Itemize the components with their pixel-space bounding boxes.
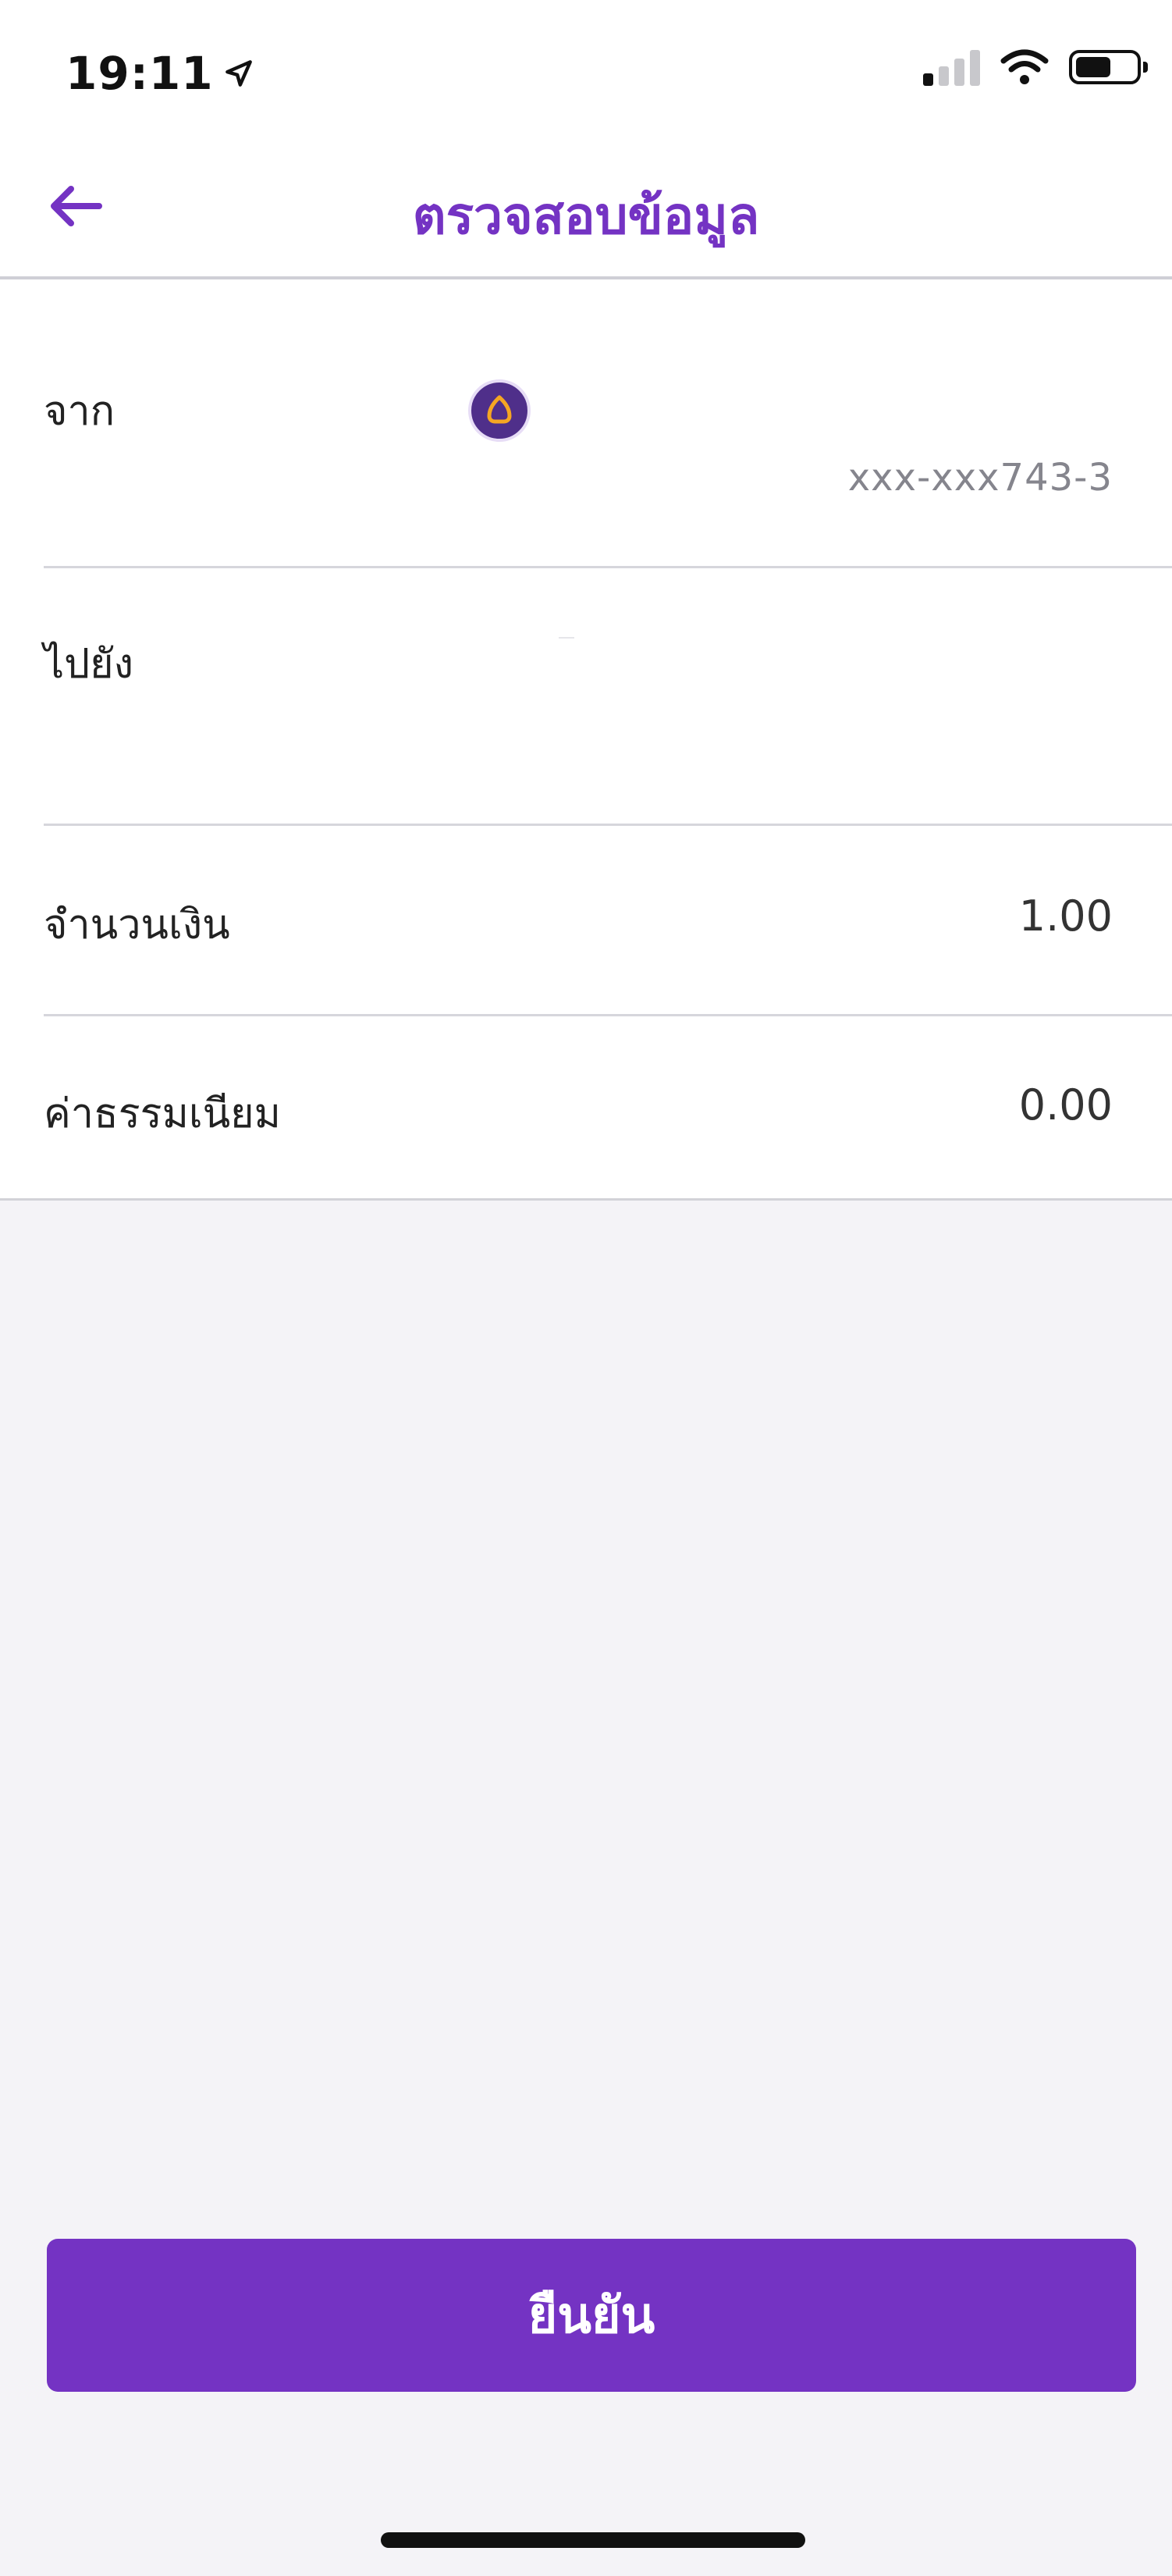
from-label: จาก bbox=[44, 388, 115, 435]
from-account-number: xxx-xxx743-3 bbox=[847, 456, 1113, 500]
nav-bar: ตรวจสอบข้อมูล bbox=[0, 141, 1172, 279]
to-label: ไปยัง bbox=[44, 641, 134, 688]
fee-value: 0.00 bbox=[1018, 1080, 1113, 1130]
cellular-signal-icon bbox=[923, 48, 980, 86]
status-bar: 19:11 bbox=[0, 0, 1172, 141]
fee-row: ค่าธรรมเนียม 0.00 bbox=[44, 1016, 1172, 1201]
wifi-icon bbox=[1000, 49, 1049, 84]
battery-fill bbox=[1076, 57, 1110, 77]
transfer-summary-card: จาก xxx-xxx743-3 ไปยัง จำนวนเงิน 1.00 ค่… bbox=[0, 279, 1172, 1201]
location-arrow-icon bbox=[225, 60, 252, 87]
confirm-button-label: ยืนยัน bbox=[527, 2287, 655, 2345]
confirm-button[interactable]: ยืนยัน bbox=[47, 2239, 1136, 2392]
home-indicator[interactable] bbox=[381, 2532, 805, 2548]
to-value-placeholder bbox=[559, 637, 574, 639]
status-time-text: 19:11 bbox=[66, 47, 214, 100]
amount-row: จำนวนเงิน 1.00 bbox=[44, 826, 1172, 1016]
amount-value: 1.00 bbox=[1018, 891, 1113, 941]
status-indicators bbox=[923, 48, 1148, 86]
status-time: 19:11 bbox=[66, 47, 256, 100]
bank-logo-icon bbox=[468, 379, 531, 442]
from-row: จาก xxx-xxx743-3 bbox=[44, 279, 1172, 568]
amount-label: จำนวนเงิน bbox=[44, 902, 230, 948]
to-row: ไปยัง bbox=[44, 568, 1172, 826]
battery-icon bbox=[1069, 50, 1148, 84]
page-title: ตรวจสอบข้อมูล bbox=[412, 186, 760, 246]
fee-label: ค่าธรรมเนียม bbox=[44, 1091, 281, 1137]
